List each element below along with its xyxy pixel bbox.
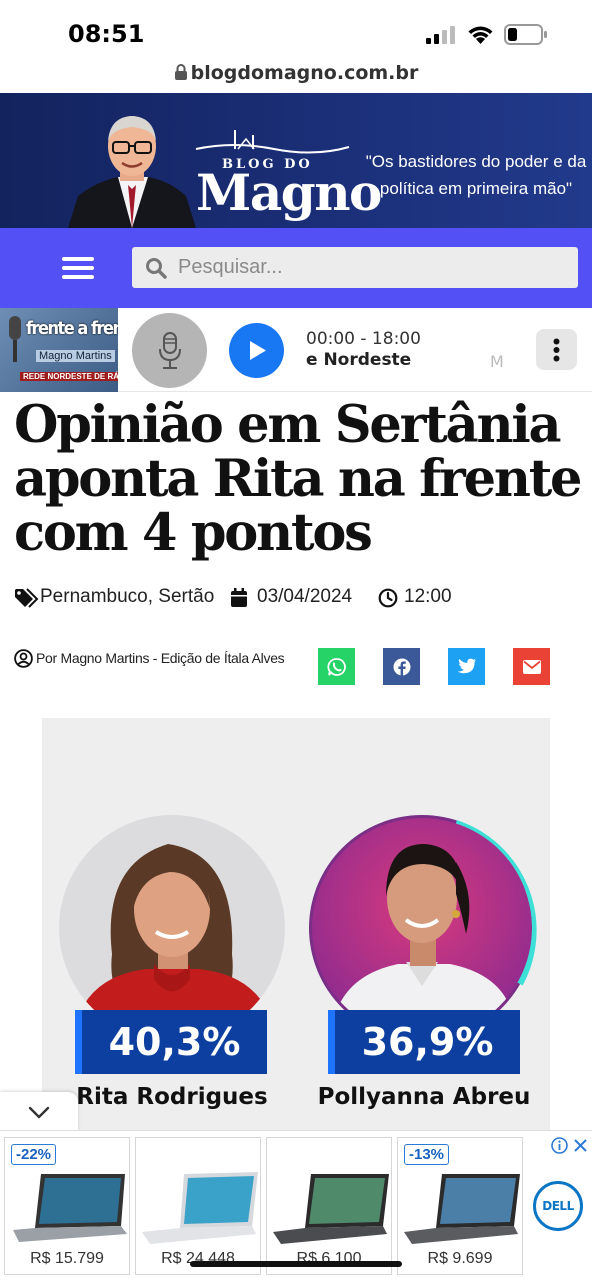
laptop-image [142, 1172, 258, 1244]
search-icon[interactable] [145, 257, 167, 279]
clock: 08:51 [68, 20, 145, 48]
program-thumbnail [132, 313, 207, 388]
more-vertical-icon [553, 338, 560, 362]
tagline: "Os bastidores do poder e da política em… [362, 148, 590, 202]
ad-price: R$ 9.699 [427, 1250, 493, 1267]
twitter-share-button[interactable] [448, 648, 485, 685]
article-byline: Por Magno Martins - Edição de Ítala Alve… [36, 650, 285, 666]
ad-close-icon[interactable] [573, 1138, 588, 1153]
ad-product-card[interactable]: -22% R$ 15.799 [4, 1137, 130, 1275]
station-line-3: REDE NORDESTE DE RÁDIO [20, 372, 118, 381]
author-photo [68, 116, 196, 228]
candidate-photo-rita [59, 815, 285, 1012]
collapse-ad-button[interactable] [0, 1092, 78, 1132]
ad-discount-badge: -22% [11, 1144, 57, 1165]
play-button[interactable] [229, 323, 284, 378]
battery-icon [504, 24, 547, 45]
wifi-icon [468, 26, 493, 44]
radio-player: frente a frente Magno Martins REDE NORDE… [0, 308, 592, 392]
email-share-button[interactable] [513, 648, 550, 685]
status-bar: 08:51 [0, 0, 592, 62]
program-marquee: e Nordeste M [306, 350, 512, 374]
microphone-art-icon [9, 316, 21, 362]
program-schedule: 00:00 - 18:00 [306, 329, 421, 349]
ad-info-icon[interactable] [551, 1137, 568, 1154]
facebook-icon [393, 658, 410, 676]
program-name: e Nordeste [306, 350, 412, 370]
candidate-name-rita: Rita Rodrigues [76, 1084, 268, 1110]
dell-logo-text: DELL [542, 1199, 574, 1213]
site-logo[interactable]: BLOG DO Magno [194, 127, 382, 227]
ad-discount-badge: -13% [404, 1144, 450, 1165]
article-title: Opinião em Sertânia aponta Rita na frent… [14, 395, 583, 563]
player-options-button[interactable] [536, 329, 577, 370]
article-time: 12:00 [404, 586, 452, 607]
calendar-icon [231, 588, 247, 607]
chevron-down-icon [28, 1106, 50, 1118]
home-indicator[interactable] [190, 1261, 402, 1267]
signal-icon [426, 26, 455, 44]
program-next: M [490, 352, 504, 371]
tagline-line-2: política em primeira mão" [379, 179, 573, 198]
ad-product-card[interactable]: R$ 6.100 [266, 1137, 392, 1275]
ad-banner: -22% R$ 15.799 R$ 24.448 R$ 6.100 -13% R… [0, 1130, 592, 1280]
tag-icon [15, 588, 39, 608]
ad-price: R$ 15.799 [30, 1250, 104, 1267]
ad-product-card[interactable]: -13% R$ 9.699 [397, 1137, 523, 1275]
twitter-icon [457, 658, 476, 674]
article-categories[interactable]: Pernambuco, Sertão [40, 586, 214, 608]
play-icon [250, 341, 266, 360]
ad-product-card[interactable]: R$ 24.448 [135, 1137, 261, 1275]
logo-skyline-icon [195, 130, 350, 154]
facebook-share-button[interactable] [383, 648, 420, 685]
candidate-percent-pollyanna: 36,9% [328, 1010, 520, 1074]
article-date: 03/04/2024 [257, 586, 353, 607]
laptop-image [13, 1174, 127, 1242]
station-logo[interactable]: frente a frente Magno Martins REDE NORDE… [0, 308, 118, 392]
laptop-image [404, 1174, 520, 1244]
candidate-photo-pollyanna [309, 815, 537, 1012]
lock-icon [174, 64, 187, 80]
candidate-percent-rita: 40,3% [75, 1010, 267, 1074]
tagline-line-1: "Os bastidores do poder e da [365, 152, 587, 171]
search-box [132, 247, 578, 288]
microphone-icon [159, 332, 181, 369]
url-text: blogdomagno.com.br [190, 62, 419, 84]
laptop-image [273, 1174, 389, 1244]
envelope-icon [522, 659, 541, 674]
candidate-name-pollyanna: Pollyanna Abreu [317, 1084, 531, 1110]
dell-logo[interactable]: DELL [533, 1181, 583, 1231]
hamburger-menu-button[interactable] [58, 252, 98, 284]
user-circle-icon [14, 649, 33, 668]
site-header: BLOG DO Magno "Os bastidores do poder e … [0, 93, 592, 228]
logo-main-text: Magno [196, 163, 382, 222]
station-line-1: frente a frente [26, 318, 118, 339]
clock-icon [378, 588, 398, 608]
whatsapp-icon [326, 657, 346, 676]
station-line-2: Magno Martins [36, 350, 115, 362]
whatsapp-share-button[interactable] [318, 648, 355, 685]
nav-bar [0, 228, 592, 308]
poll-graphic: 40,3% Rita Rodrigues 36,9% Pollyanna Abr… [42, 718, 550, 1130]
url-bar[interactable]: blogdomagno.com.br [0, 62, 592, 84]
menu-icon [62, 257, 94, 279]
search-input[interactable] [178, 247, 568, 288]
